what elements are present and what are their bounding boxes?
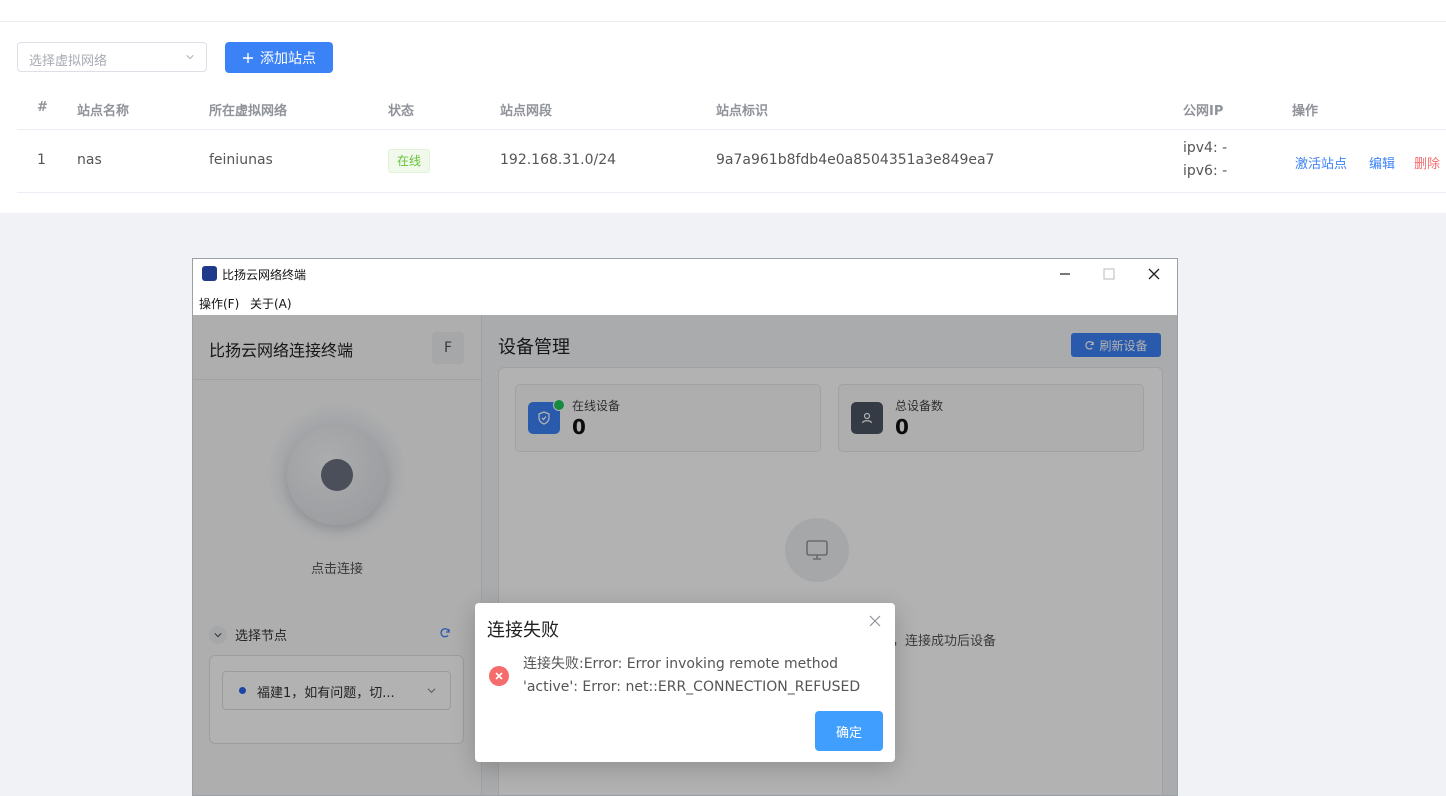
col-header-vnet: 所在虚拟网络 xyxy=(209,104,288,119)
status-badge: 在线 xyxy=(388,149,431,173)
plus-icon xyxy=(243,52,253,63)
sites-panel: 选择虚拟网络 添加站点 # 站点名称 所在虚拟网络 状态 站点网段 站点标识 公… xyxy=(0,0,1446,213)
cell-name: nas xyxy=(77,152,102,168)
close-icon[interactable] xyxy=(1144,264,1164,284)
app-logo-icon xyxy=(202,266,217,281)
dialog-message: 连接失败:Error: Error invoking remote method… xyxy=(523,656,861,695)
cell-ipv4: ipv4: - xyxy=(1183,140,1228,156)
col-header-status: 状态 xyxy=(388,104,415,119)
dialog-title: 连接失败 xyxy=(487,620,559,641)
add-site-label: 添加站点 xyxy=(260,50,316,67)
col-header-segment: 站点网段 xyxy=(500,104,553,119)
add-site-button[interactable]: 添加站点 xyxy=(225,42,333,73)
window-title: 比扬云网络终端 xyxy=(222,268,307,282)
delete-link[interactable]: 删除 xyxy=(1414,153,1440,172)
cell-segment: 192.168.31.0/24 xyxy=(500,152,617,168)
row-divider xyxy=(17,192,1446,193)
menu-bar xyxy=(193,289,1177,315)
error-dialog: 连接失败 连接失败:Error: Error invoking remote m… xyxy=(475,603,895,762)
col-header-name: 站点名称 xyxy=(77,104,130,119)
col-header-public-ip: 公网IP xyxy=(1183,104,1224,119)
menu-about[interactable]: 关于(A) xyxy=(250,295,292,312)
error-icon xyxy=(489,666,509,686)
edit-link[interactable]: 编辑 xyxy=(1369,153,1395,172)
close-icon[interactable] xyxy=(869,615,881,627)
maximize-icon[interactable] xyxy=(1099,264,1119,284)
col-header-index: # xyxy=(37,100,48,115)
activate-site-link[interactable]: 激活站点 xyxy=(1295,153,1347,172)
col-header-actions: 操作 xyxy=(1292,104,1319,119)
cell-vnet: feiniunas xyxy=(209,152,273,168)
col-header-id: 站点标识 xyxy=(716,104,769,119)
confirm-button[interactable]: 确定 xyxy=(815,711,883,751)
chevron-down-icon xyxy=(186,55,194,60)
vnet-select[interactable]: 选择虚拟网络 xyxy=(17,42,207,72)
top-divider xyxy=(0,21,1446,22)
header-divider xyxy=(17,129,1446,130)
menu-operation[interactable]: 操作(F) xyxy=(199,295,239,312)
title-bar: 比扬云网络终端 xyxy=(193,259,1177,289)
cell-index: 1 xyxy=(37,152,46,168)
vnet-select-placeholder: 选择虚拟网络 xyxy=(29,54,108,69)
cell-ipv6: ipv6: - xyxy=(1183,163,1228,179)
minimize-icon[interactable] xyxy=(1055,264,1075,284)
cell-site-id: 9a7a961b8fdb4e0a8504351a3e849ea7 xyxy=(716,152,995,168)
